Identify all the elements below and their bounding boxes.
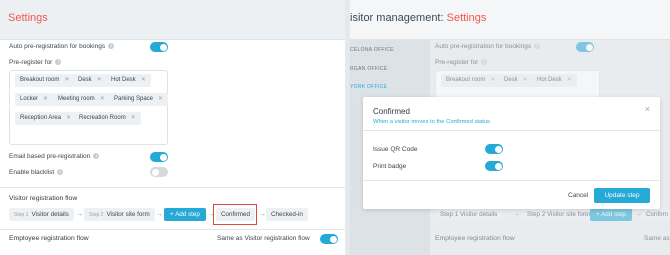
issue-qr-label: Issue QR Code bbox=[373, 146, 418, 153]
chip-desk: Desk ✕ bbox=[499, 74, 533, 87]
update-step-button[interactable]: Update step bbox=[594, 188, 650, 203]
employee-flow-value: Same as Visitor registration flow bbox=[217, 235, 310, 242]
arrow-right-icon: → bbox=[635, 211, 642, 218]
issue-qr-toggle[interactable] bbox=[485, 144, 503, 154]
info-icon[interactable]: i bbox=[108, 43, 115, 50]
divider bbox=[0, 229, 345, 230]
sidebar-item-office[interactable]: RGAN OFFICE bbox=[350, 66, 387, 72]
chip-hot-desk[interactable]: Hot Desk ✕ bbox=[106, 74, 151, 87]
chip-breakout-room: Breakout room ✕ bbox=[441, 74, 501, 87]
flow-step-2[interactable]: Step 2 Visitor site form bbox=[84, 208, 155, 221]
auto-prereg-toggle[interactable] bbox=[150, 42, 168, 52]
flow-step-1: Step 1 Visitor details bbox=[435, 208, 503, 221]
info-icon[interactable]: i bbox=[55, 59, 62, 66]
info-icon: i bbox=[481, 59, 488, 66]
email-prereg-toggle[interactable] bbox=[150, 152, 168, 162]
add-step-button[interactable]: + Add step bbox=[164, 208, 206, 221]
cancel-button[interactable]: Cancel bbox=[568, 192, 588, 199]
arrow-right-icon: → bbox=[513, 211, 520, 218]
confirmed-step-modal: Confirmed When a visitor moves to the Co… bbox=[363, 97, 660, 209]
arrow-right-icon: → bbox=[76, 211, 83, 218]
remove-icon[interactable]: ✕ bbox=[158, 96, 163, 102]
header-bar: isitor management: Settings bbox=[350, 0, 670, 40]
chip-reception-area[interactable]: Reception Area ✕ bbox=[15, 112, 77, 125]
flow-step-checked-in[interactable]: Checked-in bbox=[266, 208, 308, 221]
flow-step-1[interactable]: Step 1 Visitor details bbox=[9, 208, 74, 221]
arrow-right-icon: → bbox=[259, 211, 266, 218]
enable-blacklist-toggle[interactable] bbox=[150, 167, 168, 177]
remove-icon: ✕ bbox=[522, 77, 528, 83]
remove-icon[interactable]: ✕ bbox=[64, 77, 69, 83]
divider bbox=[0, 187, 345, 188]
flow-step-confirmed: Confirm bbox=[642, 208, 670, 221]
sidebar-item-office-active[interactable]: YORK OFFICE bbox=[350, 84, 387, 90]
modal-title: Confirmed bbox=[373, 107, 410, 116]
email-prereg-label: Email based pre-registration i bbox=[9, 153, 100, 160]
enable-blacklist-label: Enable blacklist i bbox=[9, 169, 64, 176]
chip-desk[interactable]: Desk ✕ bbox=[73, 74, 107, 87]
employee-flow-title: Employee registration flow bbox=[435, 235, 515, 242]
auto-prereg-label: Auto pre-registration for bookings i bbox=[9, 43, 115, 50]
page-title: Settings bbox=[8, 12, 48, 24]
print-badge-label: Print badge bbox=[373, 163, 407, 170]
visitor-flow-title: Visitor registration flow bbox=[9, 195, 78, 202]
arrow-right-icon: → bbox=[156, 211, 163, 218]
sidebar-item-office[interactable]: CELONA OFFICE bbox=[350, 47, 394, 53]
remove-icon: ✕ bbox=[490, 77, 496, 83]
info-icon: i bbox=[534, 43, 541, 50]
settings-panel-left: Settings Auto pre-registration for booki… bbox=[0, 0, 345, 255]
chip-breakout-room[interactable]: Breakout room ✕ bbox=[15, 74, 75, 87]
chip-locker[interactable]: Locker ✕ bbox=[15, 93, 54, 106]
remove-icon[interactable]: ✕ bbox=[97, 77, 102, 83]
auto-prereg-label: Auto pre-registration for bookings i bbox=[435, 43, 541, 50]
print-badge-toggle[interactable] bbox=[485, 161, 503, 171]
divider bbox=[363, 180, 660, 181]
preregister-for-label: Pre-register for i bbox=[9, 59, 62, 66]
remove-icon[interactable]: ✕ bbox=[131, 115, 136, 121]
preregister-for-label: Pre-register for i bbox=[435, 59, 488, 66]
preregister-chip-box: Breakout room ✕ Desk ✕ Hot Desk ✕ bbox=[435, 70, 600, 98]
chip-recreation-room[interactable]: Recreation Room ✕ bbox=[74, 112, 141, 125]
remove-icon: ✕ bbox=[566, 77, 572, 83]
page-title: isitor management: Settings bbox=[350, 12, 487, 24]
employee-flow-title: Employee registration flow bbox=[9, 235, 89, 242]
divider bbox=[363, 130, 660, 131]
arrow-right-icon: → bbox=[582, 211, 589, 218]
header-bar: Settings bbox=[0, 0, 345, 40]
remove-icon[interactable]: ✕ bbox=[66, 115, 71, 121]
highlight-box bbox=[213, 204, 257, 225]
info-icon[interactable]: i bbox=[93, 153, 100, 160]
remove-icon[interactable]: ✕ bbox=[43, 96, 48, 102]
remove-icon[interactable]: ✕ bbox=[100, 96, 105, 102]
chip-hot-desk: Hot Desk ✕ bbox=[532, 74, 577, 87]
chip-parking-space[interactable]: Parking Space ✕ bbox=[109, 93, 169, 106]
info-icon[interactable]: i bbox=[57, 169, 64, 176]
preregister-chip-box[interactable]: Breakout room ✕ Desk ✕ Hot Desk ✕ Locker ✕ M… bbox=[9, 70, 169, 145]
employee-flow-value: Same as bbox=[644, 235, 670, 242]
close-icon[interactable]: × bbox=[645, 105, 650, 114]
modal-subtitle: When a visitor moves to the Confirmed st… bbox=[373, 119, 490, 125]
auto-prereg-toggle bbox=[576, 42, 594, 52]
chip-meeting-room[interactable]: Meeting room ✕ bbox=[53, 93, 110, 106]
add-step-button: + Add step bbox=[590, 208, 632, 221]
remove-icon[interactable]: ✕ bbox=[141, 77, 146, 83]
employee-flow-toggle[interactable] bbox=[320, 234, 338, 244]
divider bbox=[430, 229, 670, 230]
